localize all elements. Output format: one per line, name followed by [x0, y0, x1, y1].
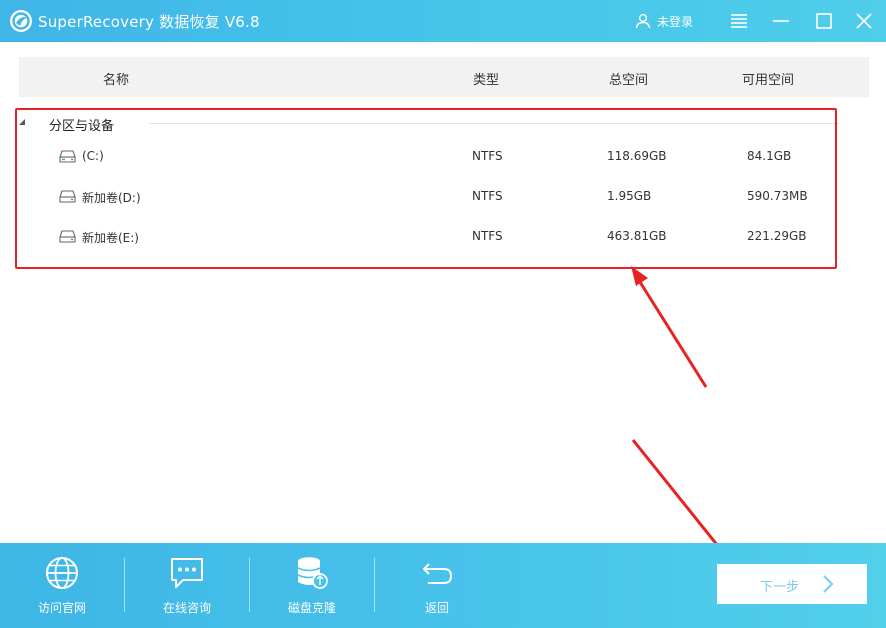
table-header: 名称 类型 总空间 可用空间 [19, 57, 869, 97]
superrecovery-logo [9, 9, 33, 33]
column-header-available-space[interactable]: 可用空间 [742, 69, 794, 88]
drive-name: (C:) [82, 149, 104, 163]
hard-drive-icon [59, 190, 76, 203]
close-icon[interactable] [853, 10, 875, 32]
drive-row-e[interactable]: 新加卷(E:) NTFS 463.81GB 221.29GB [19, 218, 839, 254]
chevron-right-icon [821, 574, 835, 594]
title-bar: SuperRecovery 数据恢复 V6.8 未登录 [0, 0, 886, 42]
hard-drive-icon [59, 230, 76, 243]
disk-clone-button[interactable]: 磁盘克隆 [250, 543, 374, 628]
minimize-icon[interactable] [770, 10, 792, 32]
collapse-triangle-icon[interactable] [19, 118, 27, 126]
user-icon [635, 13, 651, 29]
online-consult-label: 在线咨询 [125, 599, 249, 616]
drive-filesystem: NTFS [472, 189, 503, 203]
maximize-icon[interactable] [813, 10, 835, 32]
visit-website-label: 访问官网 [0, 599, 124, 616]
column-header-total-space[interactable]: 总空间 [609, 69, 648, 88]
database-clone-icon [294, 555, 330, 591]
drive-total-space: 463.81GB [607, 229, 667, 243]
partition-group[interactable]: 分区与设备 [19, 112, 839, 134]
drive-available-space: 84.1GB [747, 149, 791, 163]
drive-filesystem: NTFS [472, 229, 503, 243]
back-arrow-icon [419, 555, 455, 591]
next-step-button[interactable]: 下一步 [717, 564, 867, 604]
globe-icon [44, 555, 80, 591]
drive-name: 新加卷(D:) [82, 189, 141, 206]
menu-icon[interactable] [728, 10, 750, 32]
system-drive-icon [59, 150, 76, 163]
drive-total-space: 1.95GB [607, 189, 651, 203]
drive-name: 新加卷(E:) [82, 229, 139, 246]
visit-website-button[interactable]: 访问官网 [0, 543, 124, 628]
drive-available-space: 221.29GB [747, 229, 807, 243]
group-divider [149, 123, 839, 124]
chat-icon [169, 555, 205, 591]
column-header-name[interactable]: 名称 [103, 69, 129, 88]
drive-total-space: 118.69GB [607, 149, 667, 163]
drive-available-space: 590.73MB [747, 189, 808, 203]
disk-clone-label: 磁盘克隆 [250, 599, 374, 616]
online-consult-button[interactable]: 在线咨询 [125, 543, 249, 628]
annotation-arrow-up [631, 266, 706, 387]
app-title: SuperRecovery 数据恢复 V6.8 [38, 11, 260, 32]
drive-filesystem: NTFS [472, 149, 503, 163]
back-button[interactable]: 返回 [375, 543, 499, 628]
column-header-type[interactable]: 类型 [473, 69, 499, 88]
login-status-label: 未登录 [657, 13, 693, 30]
login-button[interactable]: 未登录 [635, 10, 693, 32]
back-label: 返回 [375, 599, 499, 616]
next-step-label: 下一步 [760, 576, 799, 595]
drive-row-d[interactable]: 新加卷(D:) NTFS 1.95GB 590.73MB [19, 178, 839, 214]
partition-group-label: 分区与设备 [49, 115, 114, 134]
drive-row-c[interactable]: (C:) NTFS 118.69GB 84.1GB [19, 138, 839, 174]
